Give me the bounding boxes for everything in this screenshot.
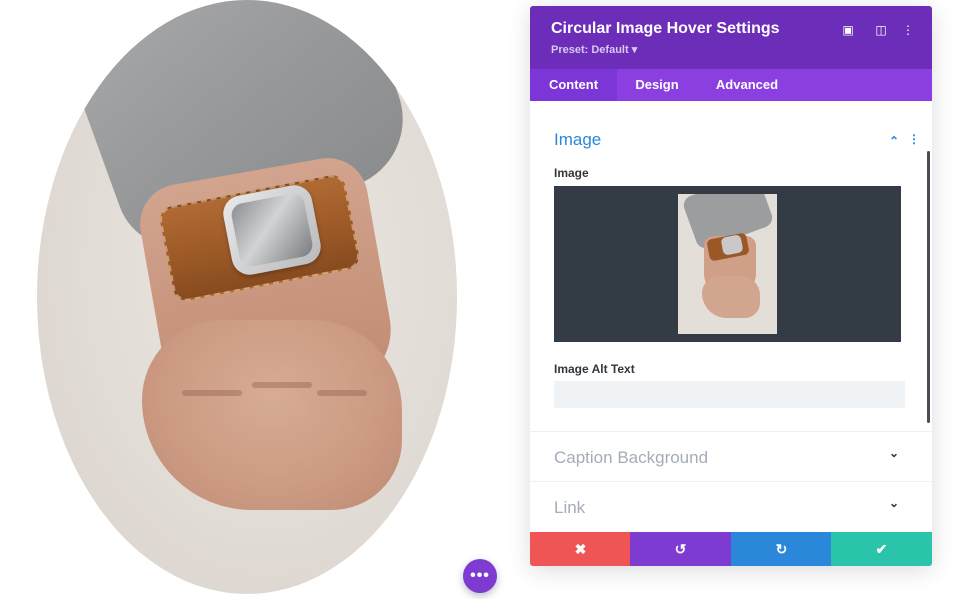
section-caption-background-title[interactable]: Caption Background: [554, 448, 708, 468]
settings-panel: Circular Image Hover Settings Preset: De…: [530, 6, 932, 566]
tab-design[interactable]: Design: [624, 69, 690, 101]
save-button[interactable]: ✔: [831, 532, 932, 566]
panel-header: Circular Image Hover Settings Preset: De…: [530, 6, 932, 69]
knuckle-line: [252, 382, 312, 388]
image-upload-box[interactable]: [554, 186, 901, 342]
check-icon: ✔: [875, 540, 888, 557]
knuckle-line: [182, 390, 242, 396]
undo-icon: ↺: [674, 540, 687, 557]
fist: [142, 320, 402, 510]
close-icon: ✖: [574, 540, 587, 557]
more-vertical-icon[interactable]: ⋮: [900, 22, 916, 38]
image-field-label: Image: [554, 166, 589, 180]
watch-screen: [229, 191, 315, 269]
tab-advanced[interactable]: Advanced: [708, 69, 786, 101]
chevron-up-icon[interactable]: ⌃: [889, 134, 899, 148]
redo-button[interactable]: ↻: [731, 532, 832, 566]
section-divider: [530, 431, 932, 432]
action-bar: ✖ ↺ ↻ ✔: [530, 532, 932, 566]
alt-text-input[interactable]: [554, 381, 905, 408]
section-divider: [530, 481, 932, 482]
scrollbar[interactable]: [927, 151, 930, 423]
chevron-down-icon[interactable]: ⌄: [889, 446, 899, 460]
split-view-icon[interactable]: ◫: [873, 22, 889, 38]
alt-text-label: Image Alt Text: [554, 362, 635, 376]
expand-icon[interactable]: ▣: [840, 22, 856, 38]
dots-icon: •••: [470, 567, 490, 584]
chevron-down-icon[interactable]: ⌄: [889, 496, 899, 510]
panel-title: Circular Image Hover Settings: [551, 20, 780, 37]
circular-image-preview: [37, 0, 457, 594]
redo-icon: ↻: [775, 540, 788, 557]
section-image-title[interactable]: Image: [554, 130, 601, 150]
tab-bar: Content Design Advanced: [530, 69, 932, 101]
tab-content[interactable]: Content: [530, 69, 617, 101]
undo-button[interactable]: ↺: [630, 532, 731, 566]
watch: [220, 182, 324, 278]
discard-button[interactable]: ✖: [530, 532, 631, 566]
section-link-title[interactable]: Link: [554, 498, 585, 518]
image-thumbnail: [678, 194, 777, 334]
more-options-button[interactable]: •••: [463, 559, 497, 593]
knuckle-line: [317, 390, 367, 396]
preset-selector[interactable]: Preset: Default ▾: [551, 43, 637, 56]
section-menu-icon[interactable]: ⋮: [908, 132, 920, 146]
